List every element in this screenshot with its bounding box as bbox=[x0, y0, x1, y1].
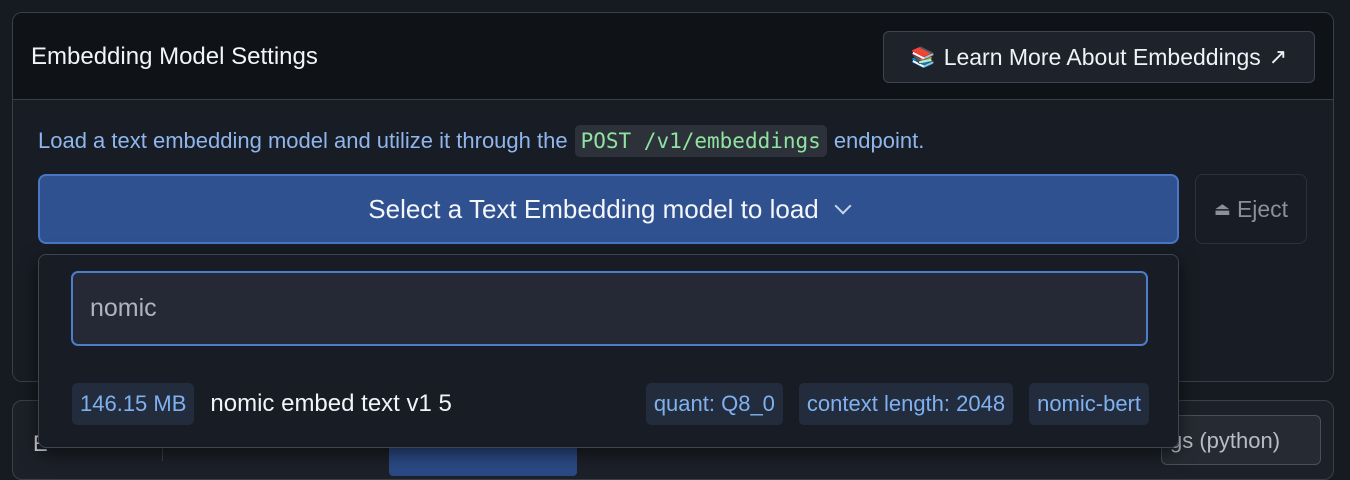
endpoint-code: POST /v1/embeddings bbox=[574, 125, 827, 157]
quant-badge: quant: Q8_0 bbox=[645, 383, 783, 425]
tab-right-label: gs (python) bbox=[1170, 428, 1281, 453]
context-length-badge: context length: 2048 bbox=[798, 383, 1014, 425]
chevron-down-icon bbox=[834, 197, 852, 215]
panel-header: Embedding Model Settings 📚 Learn More Ab… bbox=[13, 13, 1333, 100]
description-suffix: endpoint. bbox=[833, 128, 925, 153]
eject-label: Eject bbox=[1236, 195, 1289, 222]
model-result-item[interactable]: 146.15 MB nomic embed text v1 5 quant: Q… bbox=[72, 383, 1149, 425]
books-icon: 📚 bbox=[910, 46, 936, 69]
model-name: nomic embed text v1 5 bbox=[210, 390, 452, 417]
select-model-button[interactable]: Select a Text Embedding model to load bbox=[38, 174, 1179, 244]
external-link-icon: ↗ bbox=[1268, 44, 1288, 69]
eject-icon: ⏏ bbox=[1213, 198, 1231, 219]
eject-button[interactable]: ⏏ Eject bbox=[1195, 174, 1307, 244]
learn-more-button[interactable]: 📚 Learn More About Embeddings ↗ bbox=[883, 31, 1315, 83]
model-dropdown: 146.15 MB nomic embed text v1 5 quant: Q… bbox=[38, 254, 1179, 448]
description-text: Load a text embedding model and utilize … bbox=[38, 128, 568, 153]
model-search-input[interactable] bbox=[71, 271, 1148, 346]
model-tags: quant: Q8_0 context length: 2048 nomic-b… bbox=[645, 383, 1149, 425]
tab-embeddings-python[interactable]: gs (python) bbox=[1161, 415, 1321, 465]
model-size-badge: 146.15 MB bbox=[72, 383, 195, 425]
description: Load a text embedding model and utilize … bbox=[38, 125, 924, 157]
select-model-label: Select a Text Embedding model to load bbox=[368, 193, 819, 224]
learn-more-label: Learn More About Embeddings bbox=[943, 43, 1261, 70]
architecture-badge: nomic-bert bbox=[1029, 383, 1149, 425]
panel-title: Embedding Model Settings bbox=[31, 43, 318, 70]
